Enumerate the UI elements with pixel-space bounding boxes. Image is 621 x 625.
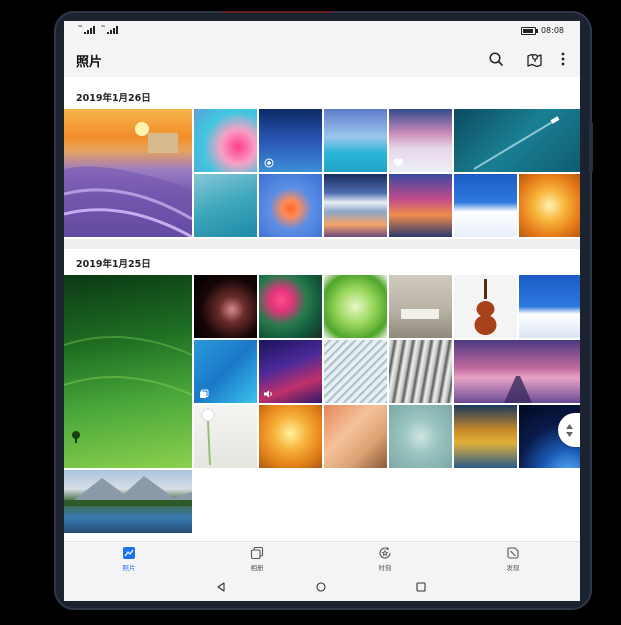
photo-thumbnail[interactable] <box>519 174 580 237</box>
nav-tab-albums[interactable]: 相册 <box>227 546 287 572</box>
sofa-shape <box>401 309 439 319</box>
photo-thumbnail[interactable] <box>389 405 452 468</box>
moments-icon <box>379 547 391 559</box>
signal-icon: ⁴⁶ <box>101 25 119 34</box>
nav-label: 时刻 <box>378 564 392 572</box>
violin-art <box>474 279 497 335</box>
live-photo-icon <box>263 157 274 168</box>
device-side-button <box>589 122 593 172</box>
signal-icon: ⁴⁶ <box>78 25 96 34</box>
status-time: 08:08 <box>540 26 564 35</box>
photo-thumbnail[interactable] <box>259 405 322 468</box>
album-icon <box>198 388 209 399</box>
photo-thumbnail[interactable] <box>324 340 387 403</box>
signal-label: ⁴⁶ <box>101 25 106 31</box>
chevron-down-icon <box>565 431 573 437</box>
photo-thumbnail[interactable] <box>389 275 452 338</box>
photo-thumbnail[interactable] <box>389 340 452 403</box>
heart-icon <box>393 157 404 168</box>
search-icon[interactable] <box>484 47 508 71</box>
photo-timeline[interactable]: 2019年1月26日 2019年1月25日 <box>64 77 580 541</box>
photo-thumbnail[interactable] <box>454 405 517 468</box>
chevron-up-icon <box>565 423 573 429</box>
page-title: 照片 <box>76 55 103 70</box>
lavender-field-art <box>64 122 192 237</box>
photos-icon <box>123 547 135 559</box>
photo-thumbnail[interactable] <box>454 275 517 338</box>
bottom-navigation: 照片 相册 时刻 发现 <box>64 541 580 576</box>
date-header: 2019年1月25日 <box>76 259 151 270</box>
photo-thumbnail[interactable] <box>194 174 257 237</box>
photo-thumbnail[interactable] <box>194 405 257 468</box>
mountain-lake-art <box>64 476 192 506</box>
pier-art <box>504 376 532 403</box>
photo-thumbnail[interactable] <box>64 275 192 468</box>
discover-icon <box>507 547 519 559</box>
photo-thumbnail[interactable] <box>324 174 387 237</box>
green-hills-art <box>64 336 192 443</box>
nav-label: 发现 <box>506 564 520 572</box>
back-icon[interactable] <box>214 580 228 594</box>
photo-thumbnail[interactable] <box>454 174 517 237</box>
photo-thumbnail[interactable] <box>64 470 192 533</box>
photo-thumbnail[interactable] <box>259 275 322 338</box>
photo-thumbnail[interactable] <box>64 109 192 237</box>
recent-apps-icon[interactable] <box>414 580 428 594</box>
photo-thumbnail[interactable] <box>389 174 452 237</box>
photo-thumbnail[interactable] <box>454 340 580 403</box>
map-icon[interactable] <box>522 47 546 71</box>
boat-wake-art <box>473 116 560 170</box>
photo-thumbnail[interactable] <box>324 405 387 468</box>
signal-label: ⁴⁶ <box>78 25 83 31</box>
system-navigation-bar <box>64 575 580 601</box>
photo-thumbnail[interactable] <box>324 109 387 172</box>
photo-thumbnail[interactable] <box>194 275 257 338</box>
section-divider <box>64 239 580 249</box>
more-vertical-icon[interactable] <box>551 47 575 71</box>
photo-thumbnail[interactable] <box>454 109 580 172</box>
photo-thumbnail[interactable] <box>519 275 580 338</box>
white-flower-art <box>201 408 215 466</box>
date-header: 2019年1月26日 <box>76 93 151 104</box>
photo-thumbnail[interactable] <box>259 109 322 172</box>
nav-label: 相册 <box>250 564 264 572</box>
photo-thumbnail[interactable] <box>389 109 452 172</box>
nav-tab-discover[interactable]: 发现 <box>483 546 543 572</box>
nav-tab-moments[interactable]: 时刻 <box>355 546 415 572</box>
home-icon[interactable] <box>314 580 328 594</box>
battery-icon <box>520 26 538 35</box>
nav-label: 照片 <box>122 564 136 572</box>
photo-thumbnail[interactable] <box>194 109 257 172</box>
photo-thumbnail[interactable] <box>259 174 322 237</box>
nav-tab-photos[interactable]: 照片 <box>99 546 159 572</box>
status-bar: ⁴⁶ ⁴⁶ 08:08 <box>64 21 580 41</box>
photo-thumbnail[interactable] <box>324 275 387 338</box>
screen: ⁴⁶ ⁴⁶ 08:08 照片 2019年1月26日 2019年1月25日 照片 … <box>64 21 580 601</box>
photo-thumbnail[interactable] <box>259 340 322 403</box>
audio-icon <box>263 388 274 399</box>
photo-thumbnail[interactable] <box>194 340 257 403</box>
device-top-accent <box>222 11 332 13</box>
albums-icon <box>250 546 264 560</box>
